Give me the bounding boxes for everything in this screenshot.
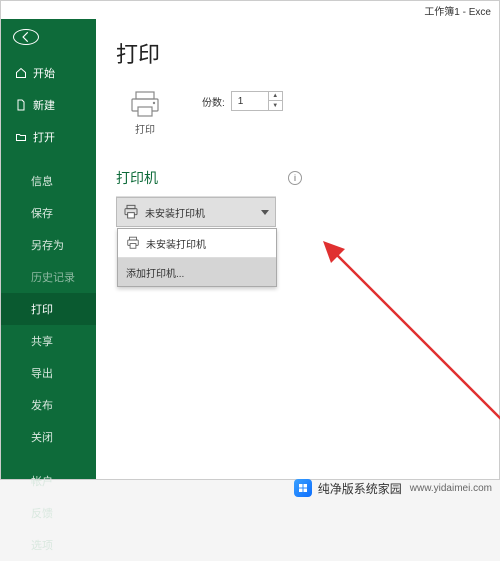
workbook-title: 工作簿1 - Exce [424, 3, 491, 18]
print-button-tile[interactable]: 打印 [116, 85, 174, 142]
page-title: 打印 [116, 37, 479, 69]
watermark-name: 纯净版系统家园 [318, 480, 402, 497]
printer-select[interactable]: 未安装打印机 未安装打印机 添加打印机... [116, 197, 276, 227]
sidebar-item-export[interactable]: 导出 [1, 357, 96, 389]
info-icon[interactable]: i [288, 171, 302, 185]
sidebar-item-feedback[interactable]: 反馈 [1, 497, 96, 529]
sidebar-item-history[interactable]: 历史记录 [1, 261, 96, 293]
copies-value: 1 [232, 96, 268, 107]
sidebar-item-info[interactable]: 信息 [1, 165, 96, 197]
sidebar-item-save[interactable]: 保存 [1, 197, 96, 229]
arrow-left-icon [19, 30, 33, 44]
sidebar-item-saveas[interactable]: 另存为 [1, 229, 96, 261]
print-tile-label: 打印 [135, 121, 155, 136]
sidebar-item-options[interactable]: 选项 [1, 529, 96, 561]
copies-label: 份数: [202, 94, 225, 109]
file-icon [15, 99, 27, 111]
printer-icon [126, 236, 140, 250]
sidebar-label: 新建 [33, 97, 55, 113]
dropdown-item-add-printer[interactable]: 添加打印机... [118, 258, 276, 286]
home-icon [15, 67, 27, 79]
printer-icon [123, 204, 139, 220]
sidebar-label: 打印 [31, 301, 53, 317]
sidebar-label: 关闭 [31, 429, 53, 445]
sidebar-label: 选项 [31, 537, 53, 553]
sidebar-item-share[interactable]: 共享 [1, 325, 96, 357]
dropdown-item-no-printer[interactable]: 未安装打印机 [118, 229, 276, 257]
chevron-down-icon [261, 210, 269, 215]
spinner-down-icon[interactable]: ▼ [269, 101, 282, 110]
sidebar-label: 反馈 [31, 505, 53, 521]
watermark: 纯净版系统家园 www.yidaimei.com [294, 479, 492, 497]
sidebar-label: 发布 [31, 397, 53, 413]
title-bar: 工作簿1 - Exce [1, 1, 499, 19]
dropdown-item-label: 未安装打印机 [146, 236, 206, 251]
sidebar-label: 开始 [33, 65, 55, 81]
sidebar-item-start[interactable]: 开始 [1, 57, 96, 89]
printer-selected-text: 未安装打印机 [145, 205, 261, 220]
sidebar-label: 另存为 [31, 237, 64, 253]
section-label: 打印机 [116, 168, 158, 188]
sidebar-label: 历史记录 [31, 269, 75, 285]
sidebar-item-new[interactable]: 新建 [1, 89, 96, 121]
spinner-up-icon[interactable]: ▲ [269, 92, 282, 101]
sidebar-label: 信息 [31, 173, 53, 189]
sidebar-item-print[interactable]: 打印 [1, 293, 96, 325]
dropdown-item-label: 添加打印机... [126, 265, 184, 280]
sidebar-item-close[interactable]: 关闭 [1, 421, 96, 453]
printer-large-icon [129, 91, 161, 117]
watermark-url: www.yidaimei.com [410, 483, 492, 494]
copies-control: 份数: 1 ▲ ▼ [202, 91, 283, 111]
printer-dropdown: 未安装打印机 添加打印机... [117, 228, 277, 287]
sidebar-item-open[interactable]: 打开 [1, 121, 96, 153]
sidebar-label: 保存 [31, 205, 53, 221]
sidebar-label: 帐户 [31, 473, 53, 489]
sidebar-item-account[interactable]: 帐户 [1, 465, 96, 497]
copies-spinner[interactable]: 1 ▲ ▼ [231, 91, 283, 111]
sidebar-label: 打开 [33, 129, 55, 145]
printer-section-title: 打印机 i [116, 168, 479, 188]
sidebar-label: 导出 [31, 365, 53, 381]
sidebar-item-publish[interactable]: 发布 [1, 389, 96, 421]
watermark-logo-icon [294, 479, 312, 497]
back-button[interactable] [13, 29, 39, 45]
sidebar-label: 共享 [31, 333, 53, 349]
folder-open-icon [15, 131, 27, 143]
backstage-sidebar: 开始 新建 打开 信息 保存 另存为 历史记录 打印 共享 导出 发布 关闭 帐… [1, 19, 96, 479]
main-content: 打印 打印 份数: 1 ▲ [96, 19, 499, 479]
annotation-arrow [321, 239, 500, 449]
